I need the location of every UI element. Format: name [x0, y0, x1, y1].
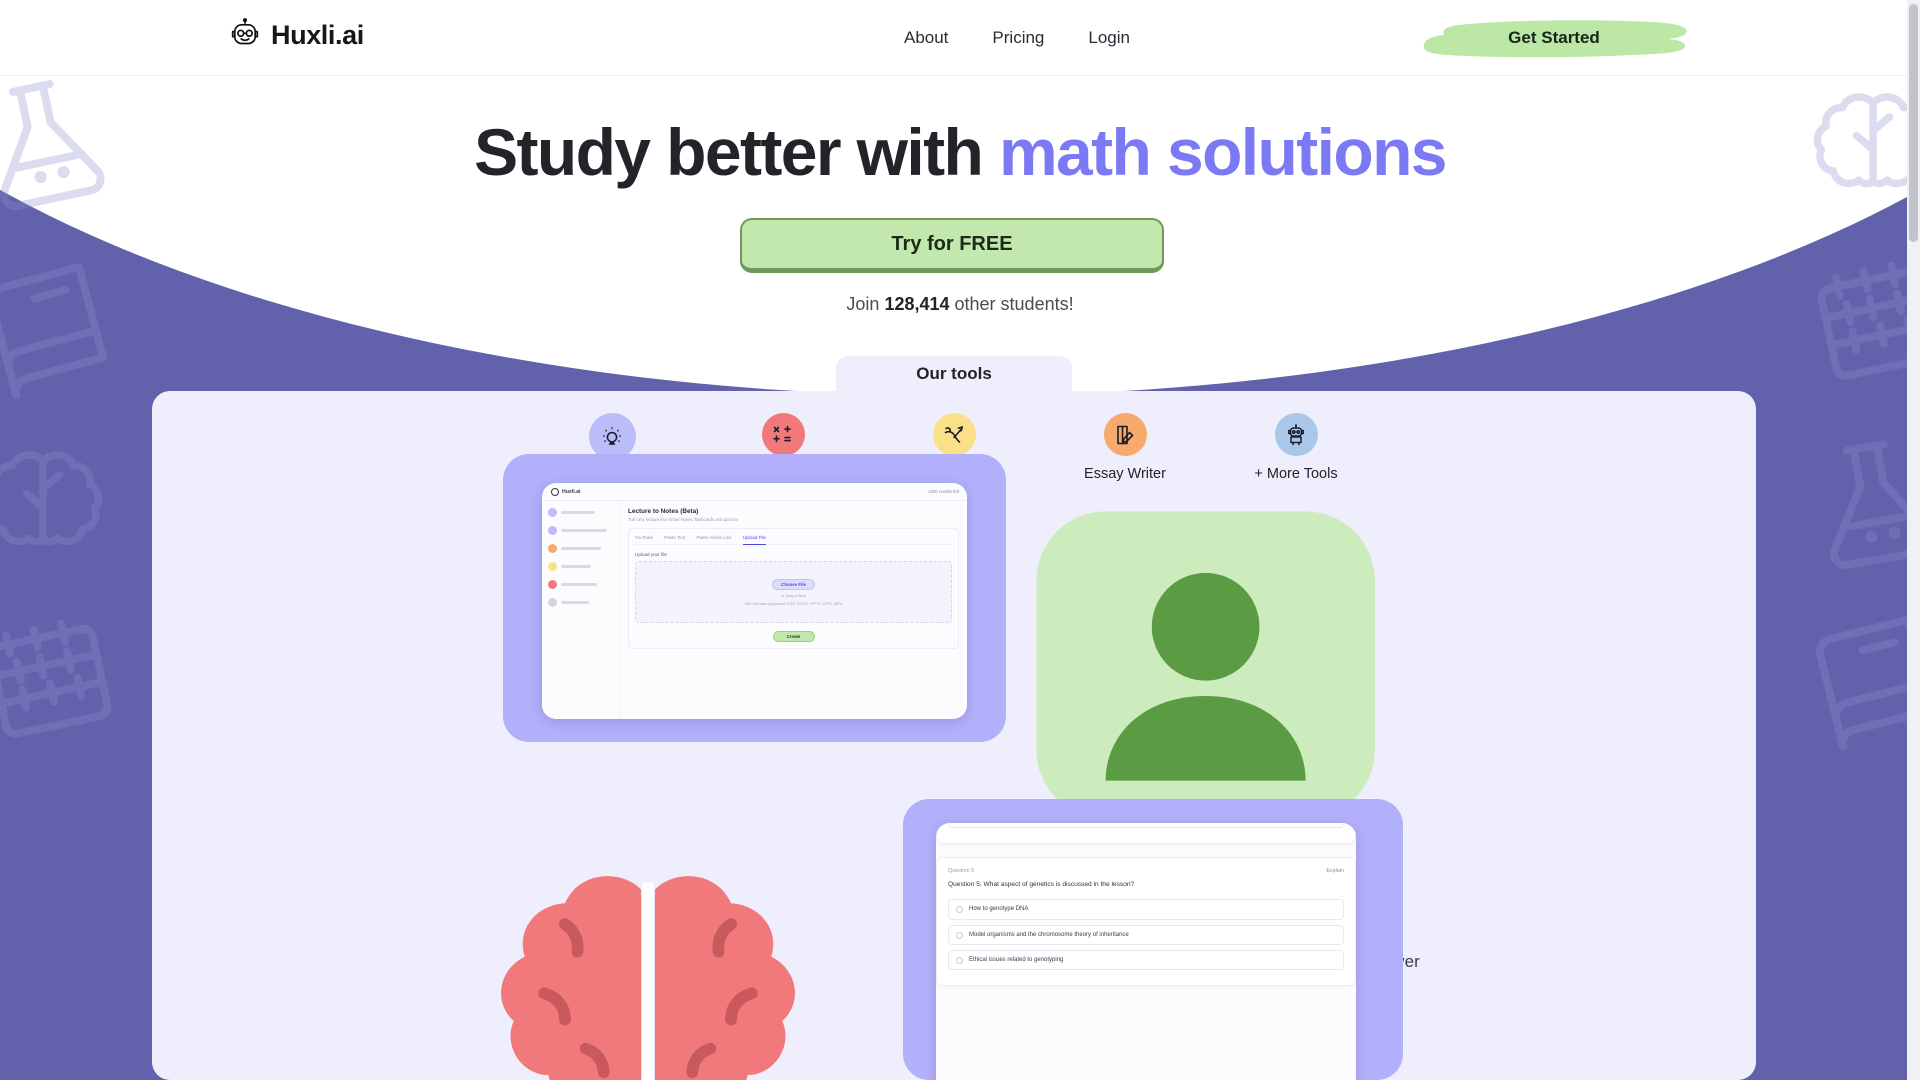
mockup-sidebar-item[interactable] — [548, 526, 613, 535]
tool-dot-icon — [548, 598, 557, 607]
radio-icon[interactable] — [956, 957, 963, 965]
mockup-tab-youtube[interactable]: YouTube — [635, 535, 653, 540]
nav-link-about[interactable]: About — [904, 28, 948, 48]
feature-smart-notes: Smart Notes, flashcards and quizzes — [468, 841, 828, 1080]
mockup-tab-upload-file[interactable]: Upload File — [742, 535, 766, 545]
abacus-icon — [0, 590, 138, 768]
mockup-field-label: Upload your file — [635, 552, 667, 557]
site-header: Huxli.ai About Pricing Login Get Started — [0, 0, 1920, 76]
nav-link-login[interactable]: Login — [1088, 28, 1130, 48]
mockup-choose-file-button[interactable]: Choose File — [772, 578, 815, 590]
brain-pink-icon — [468, 841, 828, 1080]
nav-link-pricing[interactable]: Pricing — [992, 28, 1044, 48]
decorative-doodles-right — [1758, 76, 1920, 1080]
mockup-sidebar-label — [561, 511, 595, 514]
radio-icon[interactable] — [956, 931, 963, 939]
quiz-option-text: How to genotype DNA — [969, 906, 1029, 913]
lecture-app-mockup: Huxli.ai 1000 credits left Lecture to No… — [542, 483, 967, 719]
mockup-tabs: YouTube Paste Text Paste Article Link Up… — [635, 535, 952, 545]
brand-name: Huxli.ai — [271, 19, 364, 50]
tool-dot-icon — [548, 544, 557, 553]
tools-panel: Lecture To Notes Math Solver — [152, 391, 1756, 1080]
quiz-explain-button[interactable]: Explain — [1326, 868, 1344, 874]
mockup-topbar: Huxli.ai 1000 credits left — [542, 483, 967, 501]
mockup-tab-paste-text[interactable]: Paste Text — [664, 535, 685, 540]
quiz-card-previous: Running hours replace traditional office… — [936, 823, 1356, 845]
robot-icon — [1274, 413, 1318, 456]
quiz-question-text: Question 5: What aspect of genetics is d… — [948, 881, 1135, 889]
tool-essay-writer[interactable]: Essay Writer — [1066, 413, 1184, 491]
book-icon — [1784, 590, 1920, 772]
robot-head-icon — [551, 488, 559, 496]
mockup-file-dropzone[interactable]: Choose File or drag it here File formats… — [635, 561, 952, 623]
mockup-sidebar — [542, 501, 620, 719]
brain-icon — [0, 428, 118, 578]
decorative-doodles-left — [0, 76, 162, 1080]
social-proof-prefix: Join — [846, 294, 885, 314]
try-for-free-button[interactable]: Try for FREE — [740, 218, 1164, 273]
math-symbols-icon — [761, 413, 805, 456]
headline-lead: Study better with — [474, 115, 999, 189]
mockup-sidebar-label — [561, 583, 597, 586]
page-scrollbar[interactable] — [1907, 0, 1920, 1080]
quiz-option[interactable]: How to genotype DNA — [948, 899, 1344, 920]
robot-head-icon — [228, 18, 262, 52]
tool-label: + More Tools — [1254, 466, 1338, 482]
scrollbar-thumb[interactable] — [1909, 4, 1918, 242]
mockup-sidebar-item[interactable] — [548, 562, 613, 571]
mockup-sidebar-label — [561, 565, 591, 568]
mockup-sidebar-label — [561, 529, 607, 532]
quiz-app-mockup: Running hours replace traditional office… — [936, 823, 1356, 1080]
tool-dot-icon — [548, 562, 557, 571]
mockup-sidebar-label — [561, 601, 589, 604]
our-tools-tab[interactable]: Our tools — [836, 356, 1072, 392]
landing-page: Huxli.ai About Pricing Login Get Started… — [0, 0, 1920, 1080]
social-proof-suffix: other students! — [949, 294, 1074, 314]
tool-dot-icon — [548, 580, 557, 589]
mockup-brand: Huxli.ai — [551, 488, 580, 496]
quiz-option[interactable]: Ethical issues related to genotyping — [948, 950, 1344, 971]
tool-dot-icon — [548, 508, 557, 517]
tool-label: Essay Writer — [1084, 466, 1166, 482]
lecture-screenshot-frame: Huxli.ai 1000 credits left Lecture to No… — [503, 454, 1006, 742]
essay-pencil-icon — [1103, 413, 1147, 456]
mockup-credits: 1000 credits left — [928, 489, 959, 494]
quiz-option-text: Model organisms and the chromosome theor… — [969, 931, 1129, 938]
abacus-icon — [1790, 232, 1920, 410]
mockup-drop-hint: or drag it here — [781, 592, 806, 598]
tool-dot-icon — [548, 526, 557, 535]
hero-section: Study better with math solutions Try for… — [0, 76, 1920, 314]
mockup-sidebar-item[interactable] — [548, 580, 613, 589]
lightbulb-icon — [588, 413, 636, 460]
mockup-sidebar-item[interactable] — [548, 544, 613, 553]
mockup-drop-note: File formats supported: PDF, DOCX, PPTX,… — [745, 600, 842, 606]
get-started-button[interactable]: Get Started — [1418, 16, 1690, 61]
quiz-option[interactable]: Running hours replace traditional office… — [948, 823, 1344, 829]
mockup-brand-name: Huxli.ai — [562, 489, 581, 495]
mockup-subtitle: Turn any lecture into Smart Notes, flash… — [628, 517, 739, 522]
social-proof: Join 128,414 other students! — [0, 294, 1920, 315]
mockup-sidebar-item[interactable] — [548, 598, 613, 607]
mockup-sidebar-item[interactable] — [548, 508, 613, 517]
get-started-label: Get Started — [1508, 27, 1600, 47]
page-title: Study better with math solutions — [0, 116, 1920, 189]
headline-accent: math solutions — [998, 115, 1448, 189]
brand-logo[interactable]: Huxli.ai — [228, 18, 364, 52]
mockup-create-button[interactable]: Create — [772, 631, 815, 642]
social-proof-count: 128,414 — [884, 294, 950, 314]
radio-icon[interactable] — [956, 906, 963, 914]
quiz-card-current: Question 5 Explain Question 5: What aspe… — [936, 857, 1356, 987]
mockup-title: Lecture to Notes (Beta) — [628, 508, 699, 515]
book-icon — [0, 237, 139, 421]
quiz-option-text: Ethical issues related to genotyping — [969, 957, 1064, 964]
quiz-question-number: Question 5 — [948, 868, 975, 875]
flask-icon — [1788, 416, 1920, 590]
quiz-screenshot-frame: Running hours replace traditional office… — [903, 799, 1403, 1080]
quiz-option[interactable]: Model organisms and the chromosome theor… — [948, 924, 1344, 946]
tool-more-tools[interactable]: + More Tools — [1237, 413, 1355, 491]
main-nav: About Pricing Login — [904, 0, 1130, 76]
mockup-sidebar-label — [561, 547, 601, 550]
hand-writing-icon — [932, 413, 976, 456]
mockup-tab-paste-article-link[interactable]: Paste Article Link — [696, 535, 731, 540]
